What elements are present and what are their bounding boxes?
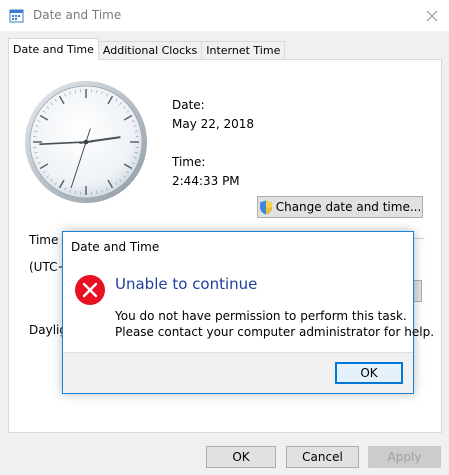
error-icon [75,275,105,305]
tab-strip: Date and Time Additional Clocks Internet… [8,38,286,60]
change-date-time-label: Change date and time... [275,200,422,214]
analog-clock [25,81,147,203]
tab-additional-clocks[interactable]: Additional Clocks [97,41,203,60]
dialog-footer: OK [63,352,413,393]
time-value: 2:44:33 PM [172,174,240,188]
dialog-message-line-2: Please contact your computer administrat… [115,325,435,339]
dialog-title-bar: Date and Time [63,232,413,262]
tab-internet-time[interactable]: Internet Time [201,41,286,60]
dialog-title: Date and Time [71,240,160,254]
change-date-time-button[interactable]: Change date and time... [257,196,423,218]
uac-shield-icon [259,200,272,214]
dialog-message-line-1: You do not have permission to perform th… [115,309,407,323]
time-label: Time: [172,155,206,169]
dialog-heading: Unable to continue [115,275,258,293]
cancel-button[interactable]: Cancel [286,446,359,468]
close-icon [426,10,438,21]
close-button[interactable] [415,0,449,31]
window-title: Date and Time [33,8,122,22]
dialog-ok-button[interactable]: OK [335,362,403,384]
apply-button[interactable]: Apply [368,446,441,468]
date-label: Date: [172,98,205,112]
clock-app-icon [9,9,24,23]
ok-button[interactable]: OK [206,446,276,468]
title-bar: Date and Time [0,0,449,31]
tab-date-and-time[interactable]: Date and Time [8,38,99,60]
date-value: May 22, 2018 [172,117,255,131]
error-dialog: Date and Time Unable to continue You do … [62,231,434,394]
